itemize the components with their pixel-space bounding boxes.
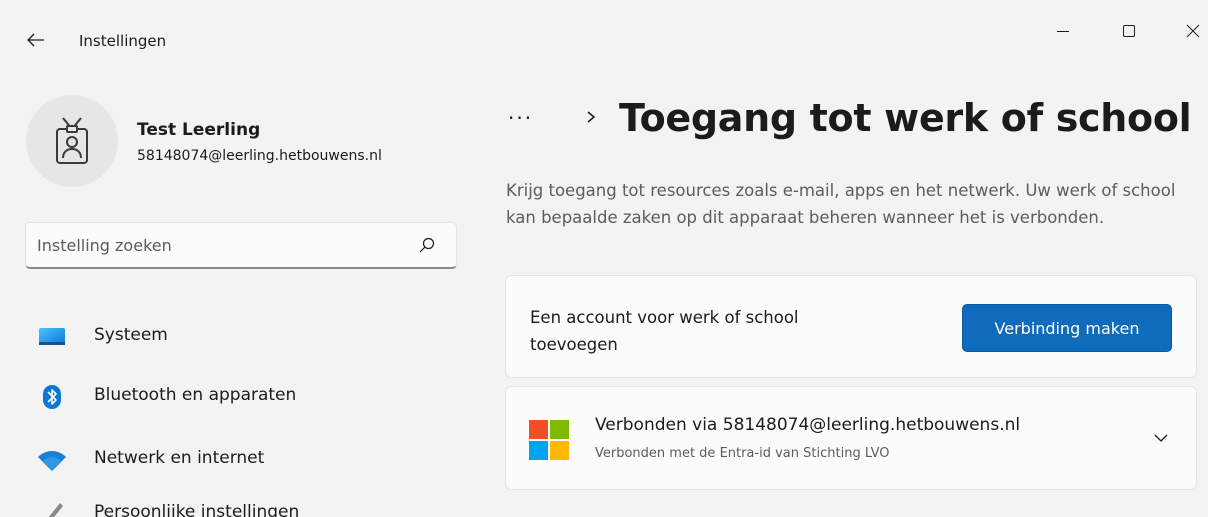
brush-icon — [36, 500, 68, 517]
close-button[interactable] — [1170, 14, 1208, 48]
sidebar-item-systeem[interactable]: Systeem — [30, 313, 470, 359]
user-profile: Test Leerling 58148074@leerling.hetbouwe… — [26, 95, 466, 195]
user-name: Test Leerling — [137, 120, 261, 140]
add-account-label: Een account voor werk of school toevoege… — [530, 308, 799, 354]
user-email: 58148074@leerling.hetbouwens.nl — [137, 148, 382, 164]
search-input[interactable] — [26, 223, 406, 267]
maximize-icon — [1123, 25, 1135, 37]
connected-account-card[interactable]: Verbonden via 58148074@leerling.hetbouwe… — [505, 386, 1197, 490]
breadcrumb: ··· Toegang tot werk of school — [508, 96, 1198, 156]
badge-icon — [56, 117, 88, 164]
sidebar-item-label: Netwerk en internet — [94, 448, 265, 468]
minimize-icon — [1057, 31, 1069, 32]
search-icon[interactable] — [418, 236, 436, 254]
page-title: Toegang tot werk of school — [619, 96, 1192, 140]
bluetooth-icon — [36, 383, 68, 411]
sidebar-item-label: Bluetooth en apparaten — [94, 385, 297, 405]
title-bar: Instellingen — [0, 0, 1208, 84]
avatar[interactable] — [26, 95, 118, 187]
account-subtitle: Verbonden met de Entra-id van Stichting … — [595, 446, 890, 461]
chevron-right-icon — [587, 111, 596, 123]
sidebar-item-persoonlijk[interactable]: Persoonlijke instellingen — [30, 490, 470, 517]
microsoft-logo-icon — [529, 420, 569, 460]
search-box — [25, 222, 457, 269]
back-button[interactable] — [22, 26, 50, 54]
sidebar-item-netwerk[interactable]: Netwerk en internet — [30, 436, 470, 482]
add-account-card: Een account voor werk of school toevoege… — [505, 275, 1197, 378]
breadcrumb-more-button[interactable]: ··· — [508, 104, 552, 132]
sidebar-item-label: Systeem — [94, 325, 168, 345]
sidebar-item-bluetooth[interactable]: Bluetooth en apparaten — [30, 373, 470, 419]
page-description: Krijg toegang tot resources zoals e-mail… — [506, 181, 1176, 227]
app-title: Instellingen — [79, 32, 167, 50]
chevron-down-icon[interactable] — [1152, 429, 1170, 447]
account-title: Verbonden via 58148074@leerling.hetbouwe… — [595, 415, 1021, 435]
connect-button[interactable]: Verbinding maken — [962, 304, 1172, 352]
close-icon — [1186, 24, 1200, 38]
minimize-button[interactable] — [1040, 14, 1086, 48]
arrow-left-icon — [27, 33, 44, 47]
monitor-icon — [36, 323, 68, 351]
wifi-icon — [36, 446, 68, 474]
maximize-button[interactable] — [1106, 14, 1152, 48]
sidebar-item-label: Persoonlijke instellingen — [94, 502, 300, 517]
